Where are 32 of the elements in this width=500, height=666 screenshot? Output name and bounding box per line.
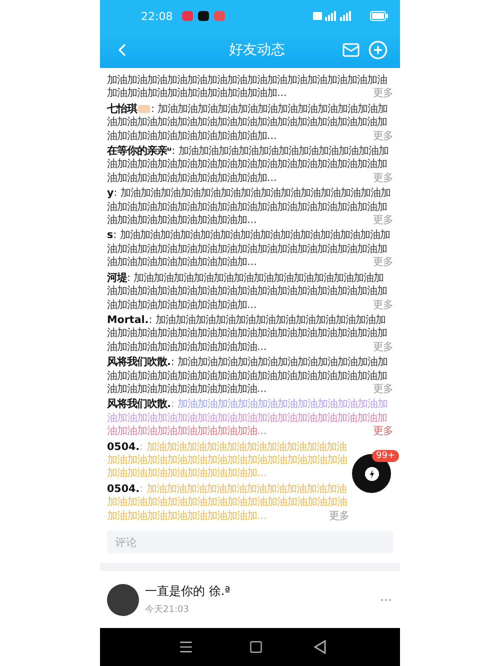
post-author[interactable]: 一直是你的 徐.ª [145, 583, 373, 600]
comment-text: 0504.: 加油加油加油加油加油加油加油加油加油加油加油加油加油加油加油加油加油加油加油加油加油加油加油加油加油加油加油加油加油加... 更多 [107, 482, 349, 523]
more-link[interactable]: 更多 [373, 130, 393, 144]
comment-text: 0504.: 加油加油加油加油加油加油加油加油加油加油加油加油加油加油加油加油加油加油加油加油加油加油加油加油加油加油加油加油加油加... [107, 440, 348, 481]
more-link[interactable]: 更多 [329, 510, 349, 523]
comment-text: Mortal.: 加油加油加油加油加油加油加油加油加油加油加油加油加油加油加油加油加油加油加油加油加油加油加油加油加油加油加油加油加油加油加油加油加油... 更多 [107, 314, 393, 354]
more-link[interactable]: 更多 [373, 172, 393, 186]
battery-icon [370, 11, 388, 21]
back-triangle-icon[interactable] [314, 640, 326, 654]
more-link[interactable]: 更多 [373, 298, 393, 312]
comment-text: 七怡琪 : 加油加油加油加油加油加油加油加油加油加油加油加油加油加油加油加油加油加油加油加油加油加油加油加油加油加油加油加油加油加油加油加油加油加... 更多 [107, 102, 393, 144]
more-link[interactable]: 更多 [373, 87, 393, 101]
comment-text: 河堤: 加油加油加油加油加油加油加油加油加油加油加油加油加油加油加油加油加油加油加油加油加油加油加油加油加油加油加油加油加油加油加油加油加油加... 更多 [107, 272, 393, 312]
clock-time: 22:08 [141, 10, 173, 22]
app-notification-icon [198, 11, 209, 21]
more-link[interactable]: 更多 [373, 382, 393, 396]
avatar-placeholder [107, 584, 139, 616]
comment-text: 风将我们吹散.: 加油加油加油加油加油加油加油加油加油加油加油加油加油加油加油加油加油加油加油加油加油加油加油加油加油加油加油加油加油加油加油加油... 更多 [107, 356, 393, 396]
notification-badge: 99+ [372, 450, 399, 462]
comment-text: s: 加油加油加油加油加油加油加油加油加油加油加油加油加油加油加油加油加油加油加油加油加油加油加油加油加油加油加油加油加油加油加油加油加油加油加... 更多 [107, 229, 393, 270]
comment-text: 在等你的亲亲ᵘ: 加油加油加油加油加油加油加油加油加油加油加油加油加油加油加油加油加油加油加油加油加油加油加油加油加油加油加油加油加油加油加油加油加... 更多 [107, 145, 393, 186]
more-link[interactable]: 更多 [373, 340, 393, 354]
app-notification-icon [182, 11, 193, 21]
comment-text: 加油加油加油加油加油加油加油加油加油加油加油加油加油加油加油加油加油加油加油加油加油加油加... 更多 [107, 74, 393, 101]
more-link[interactable]: 更多 [373, 256, 393, 270]
page-title: 好友动态 [228, 41, 286, 59]
app-notification-icon [214, 11, 225, 21]
comment-text: y: 加油加油加油加油加油加油加油加油加油加油加油加油加油加油加油加油加油加油加油加油加油加油加油加油加油加油加油加油加油加油加油加油加油加油加... 更多 [107, 187, 393, 228]
comment-field[interactable]: 评论 [107, 531, 393, 553]
post-time: 今天21:03 [145, 604, 190, 616]
more-link[interactable]: 更多 [373, 214, 393, 228]
more-link[interactable]: 更多 [373, 425, 393, 439]
